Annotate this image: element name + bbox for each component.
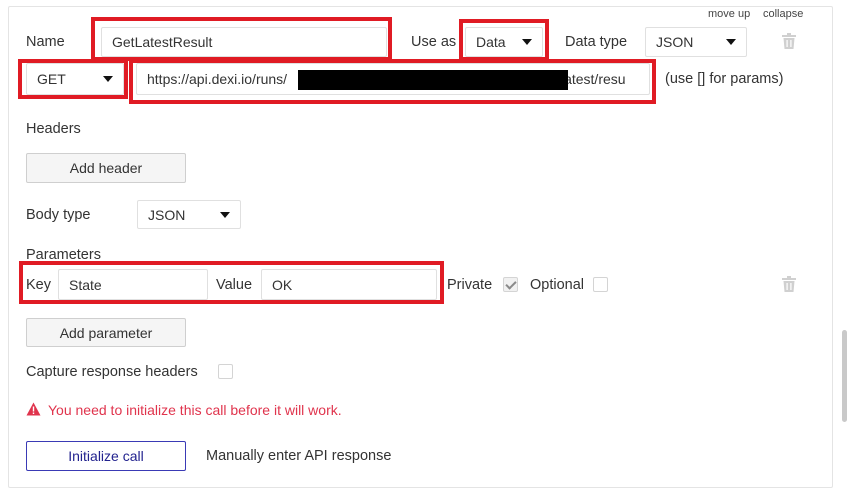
trash-icon[interactable] xyxy=(782,276,796,292)
use-as-select[interactable]: Data xyxy=(465,27,543,57)
trash-icon[interactable] xyxy=(782,33,796,49)
capture-headers-checkbox[interactable] xyxy=(218,364,233,379)
param-value-value: OK xyxy=(272,276,293,293)
use-as-value: Data xyxy=(476,34,506,50)
param-key-value: State xyxy=(69,276,102,293)
headers-label: Headers xyxy=(26,121,81,137)
caret-down-icon xyxy=(522,39,532,45)
param-key-input[interactable]: State xyxy=(58,269,208,300)
method-select[interactable]: GET xyxy=(26,63,124,95)
name-input[interactable]: GetLatestResult xyxy=(101,27,387,57)
name-label: Name xyxy=(26,34,65,50)
capture-headers-label: Capture response headers xyxy=(26,364,198,380)
value-label: Value xyxy=(216,277,253,293)
add-header-button[interactable]: Add header xyxy=(26,153,186,183)
optional-checkbox[interactable] xyxy=(593,277,608,292)
body-type-select[interactable]: JSON xyxy=(137,200,241,229)
collapse-link[interactable]: collapse xyxy=(763,8,803,20)
parameters-label: Parameters xyxy=(26,247,101,263)
param-value-input[interactable]: OK xyxy=(261,269,437,300)
body-type-label: Body type xyxy=(26,207,91,223)
data-type-label: Data type xyxy=(565,34,628,50)
move-up-link[interactable]: move up xyxy=(708,8,750,20)
scrollbar[interactable] xyxy=(842,330,847,422)
private-checkbox[interactable] xyxy=(503,277,518,292)
caret-down-icon xyxy=(726,39,736,45)
redaction-bar xyxy=(298,70,568,90)
use-as-label: Use as xyxy=(411,34,457,50)
optional-label: Optional xyxy=(530,277,585,293)
method-value: GET xyxy=(37,71,66,87)
body-type-value: JSON xyxy=(148,206,186,223)
name-input-value: GetLatestResult xyxy=(112,34,213,50)
add-parameter-button[interactable]: Add parameter xyxy=(26,318,186,347)
manual-response-link[interactable]: Manually enter API response xyxy=(206,448,391,464)
warning-message: You need to initialize this call before … xyxy=(48,402,342,418)
warning-triangle-icon xyxy=(26,402,41,416)
key-label: Key xyxy=(26,277,51,293)
data-type-value: JSON xyxy=(656,34,694,50)
data-type-select[interactable]: JSON xyxy=(645,27,747,57)
caret-down-icon xyxy=(103,76,113,82)
url-prefix: https://api.dexi.io/runs/ xyxy=(147,71,288,87)
initialize-call-button[interactable]: Initialize call xyxy=(26,441,186,471)
caret-down-icon xyxy=(220,211,230,218)
params-hint: (use [] for params) xyxy=(665,71,784,87)
private-label: Private xyxy=(447,277,493,293)
